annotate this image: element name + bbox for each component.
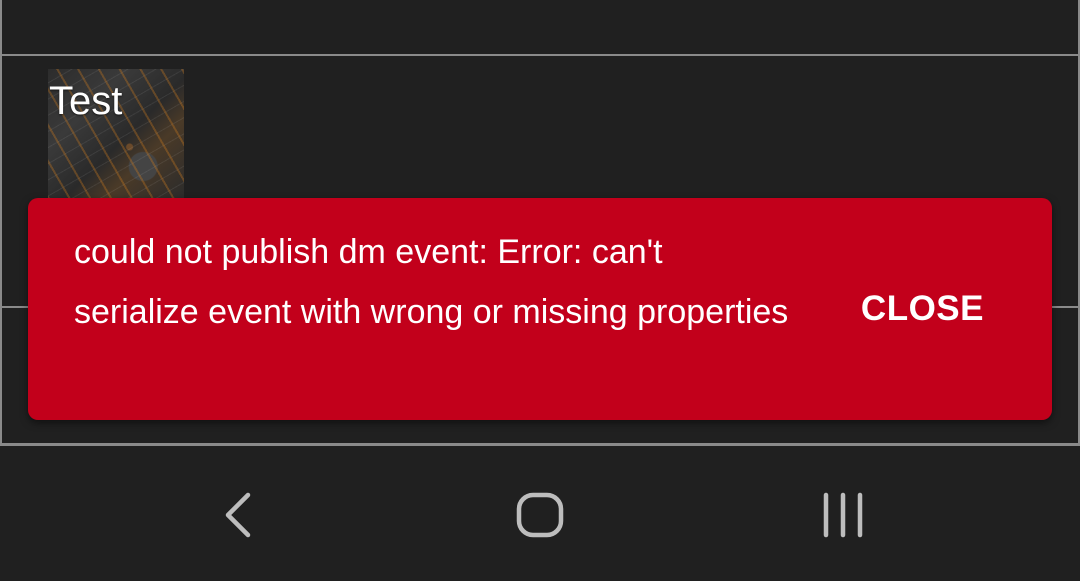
item-title: Test [49,79,123,123]
back-button[interactable] [188,479,288,551]
rounded-square-icon [516,492,564,538]
snackbar-message: could not publish dm event: Error: can't… [74,233,789,331]
system-nav-bar [0,449,1080,581]
chevron-left-icon [225,492,251,538]
recents-button[interactable] [793,479,893,551]
error-snackbar: could not publish dm event: Error: can't… [28,198,1052,420]
close-button[interactable]: CLOSE [861,282,984,336]
app-screen: Test could not publish dm event: Error: … [0,0,1080,581]
three-bars-icon [823,492,863,538]
home-button[interactable] [490,479,590,551]
